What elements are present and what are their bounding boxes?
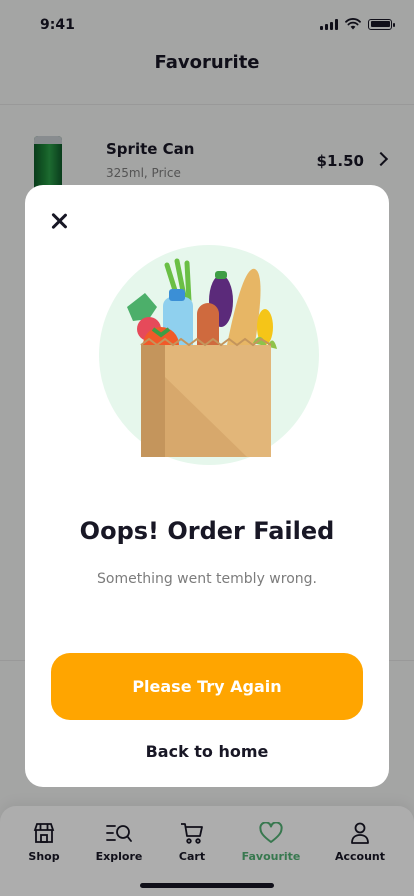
dialog-message: Something went tembly wrong.: [97, 571, 317, 587]
try-again-button[interactable]: Please Try Again: [51, 653, 363, 720]
dialog-title: Oops! Order Failed: [79, 517, 335, 545]
close-icon[interactable]: [47, 209, 71, 233]
back-to-home-button[interactable]: Back to home: [25, 742, 389, 761]
order-failed-dialog: Oops! Order Failed Something went tembly…: [25, 185, 389, 787]
grocery-bag-illustration: [99, 245, 319, 465]
